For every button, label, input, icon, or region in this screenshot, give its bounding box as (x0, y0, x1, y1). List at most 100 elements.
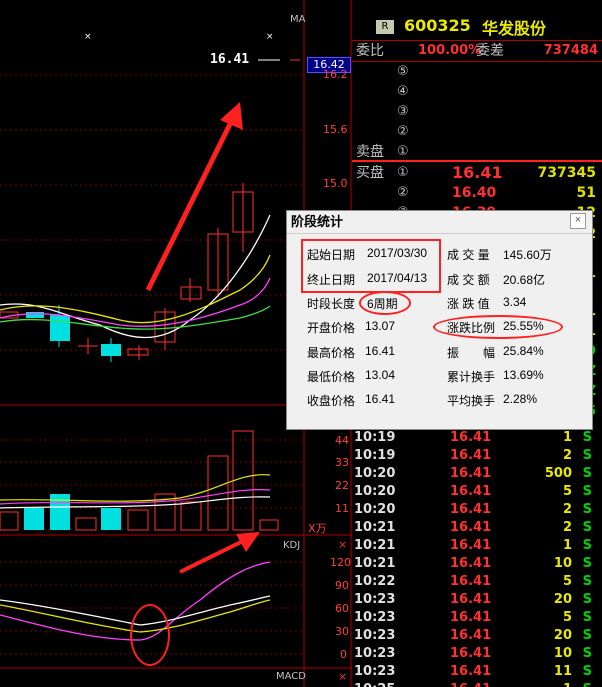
open-value: 13.07 (365, 319, 396, 333)
trade-price: 16.41 (450, 574, 492, 589)
trade-direction: S (582, 430, 592, 445)
amount-value: 20.68亿 (503, 273, 546, 287)
trade-row: 10:23 16.41 11 S (352, 663, 602, 681)
volume-bars (0, 430, 279, 531)
trade-direction: S (582, 466, 592, 481)
price-tick: 15.6 (323, 123, 348, 136)
vol-tick: 33 (335, 456, 349, 469)
trade-row: 10:19 16.41 2 S (352, 447, 602, 465)
avg-turnover-value: 2.28% (503, 392, 538, 406)
vol-unit: X万 (308, 522, 327, 535)
trade-direction: S (582, 556, 592, 571)
trade-price: 16.41 (450, 502, 492, 517)
trade-price: 16.41 (450, 664, 492, 679)
trade-direction: S (582, 574, 592, 589)
trade-time: 10:20 (354, 484, 396, 499)
cross-marker: × (266, 32, 274, 42)
trade-row: 10:23 16.41 20 S (352, 627, 602, 645)
r-badge: R (376, 20, 394, 34)
trade-time: 10:21 (354, 520, 396, 535)
end-date-value: 2017/04/13 (367, 271, 428, 285)
trade-direction: S (583, 681, 592, 687)
trade-price: 16.41 (450, 556, 492, 571)
kdj-label: KDJ (283, 540, 301, 551)
volume-bar (259, 519, 279, 531)
trade-price: 16.41 (450, 681, 491, 687)
amplitude-label: 振 幅 (447, 346, 496, 360)
trade-price: 16.41 (450, 592, 492, 607)
dialog-title: 阶段统计 (287, 211, 592, 234)
trade-volume: 20 (553, 628, 572, 643)
vol-tick: 11 (335, 502, 349, 515)
trade-time: 10:20 (354, 466, 396, 481)
trade-time: 10:23 (354, 664, 396, 679)
kdj-close-icon[interactable]: × (338, 538, 347, 551)
trade-time: 10:22 (354, 574, 396, 589)
trade-price: 16.41 (450, 538, 492, 553)
trade-price: 16.41 (450, 448, 492, 463)
trade-row: 10:20 16.41 5 S (352, 483, 602, 501)
trade-direction: S (582, 628, 592, 643)
trade-row: 10:20 16.41 2 S (352, 501, 602, 519)
high-label: 最高价格 (307, 346, 356, 360)
trade-price: 16.41 (450, 466, 492, 481)
trade-direction: S (582, 592, 592, 607)
candle (50, 315, 70, 341)
trade-volume: 5 (562, 484, 572, 499)
trade-direction: S (582, 646, 592, 661)
trade-time: 10:23 (354, 592, 396, 607)
sell-level-5: ⑤ (397, 64, 409, 79)
trade-time: 10:23 (354, 610, 396, 625)
volume-bar (101, 508, 121, 530)
trade-volume: 1 (562, 430, 572, 445)
trade-row: 10:19 16.41 1 S (352, 429, 602, 447)
avg-turnover-label: 平均换手 (447, 394, 496, 408)
trade-row: 10:21 16.41 2 S (352, 519, 602, 537)
close-icon[interactable]: × (570, 213, 586, 229)
trade-row: 10:23 16.41 5 S (352, 609, 602, 627)
stock-name: 华发股份 (482, 19, 547, 38)
trade-time: 10:19 (354, 448, 396, 463)
volume-bar (127, 509, 149, 531)
weibi-row: 委比 100.00% 委差 737484 (352, 41, 602, 61)
volume-bar (180, 501, 202, 531)
volume-ma (0, 474, 271, 509)
trade-time: 10:21 (354, 556, 396, 571)
kdj-tick: 30 (335, 625, 349, 638)
trade-direction: S (582, 484, 592, 499)
start-date-value: 2017/03/30 (367, 246, 428, 260)
candle (101, 344, 121, 356)
trade-time: 10:20 (354, 502, 396, 517)
change-label: 涨 跌 值 (447, 297, 490, 311)
stage-stats-dialog[interactable]: 阶段统计 × 起始日期 2017/03/30 终止日期 2017/04/13 时… (286, 210, 593, 430)
trade-row: 10:23 16.41 20 S (352, 591, 602, 609)
trade-volume: 5 (562, 610, 572, 625)
volume-bar (0, 511, 19, 531)
trade-price: 16.41 (450, 430, 492, 445)
vol-tick: 44 (335, 434, 349, 447)
trade-volume: 1 (562, 538, 572, 553)
macd-label: MACD (276, 671, 306, 682)
kdj-tick: 0 (340, 648, 347, 661)
open-label: 开盘价格 (307, 321, 356, 335)
pct-value: 25.55% (503, 319, 544, 333)
trade-volume: 5 (562, 574, 572, 589)
weicha-label: 委差 (476, 43, 504, 59)
kdj-tick: 120 (330, 556, 351, 569)
ma-lines (0, 214, 271, 339)
volume-bar (75, 517, 97, 531)
sell-label: 卖盘 (356, 144, 384, 160)
close-label: 收盘价格 (307, 394, 356, 408)
weicha-value: 737484 (543, 43, 598, 58)
trade-volume: 1 (563, 681, 572, 687)
period-value: 6周期 (367, 297, 398, 311)
weibi-value: 100.00% (418, 43, 482, 58)
trade-row: 10:21 16.41 1 S (352, 537, 602, 555)
close-value: 16.41 (365, 392, 396, 406)
sell-level-3: ③ (397, 104, 409, 119)
pct-label: 涨跌比例 (447, 321, 496, 335)
buy-level-1: 买盘 ① 16.41 737345 (356, 163, 596, 182)
trade-row: 10:25 16.41 1 S (352, 681, 602, 687)
macd-close-icon[interactable]: × (338, 670, 347, 683)
candle (26, 312, 44, 318)
